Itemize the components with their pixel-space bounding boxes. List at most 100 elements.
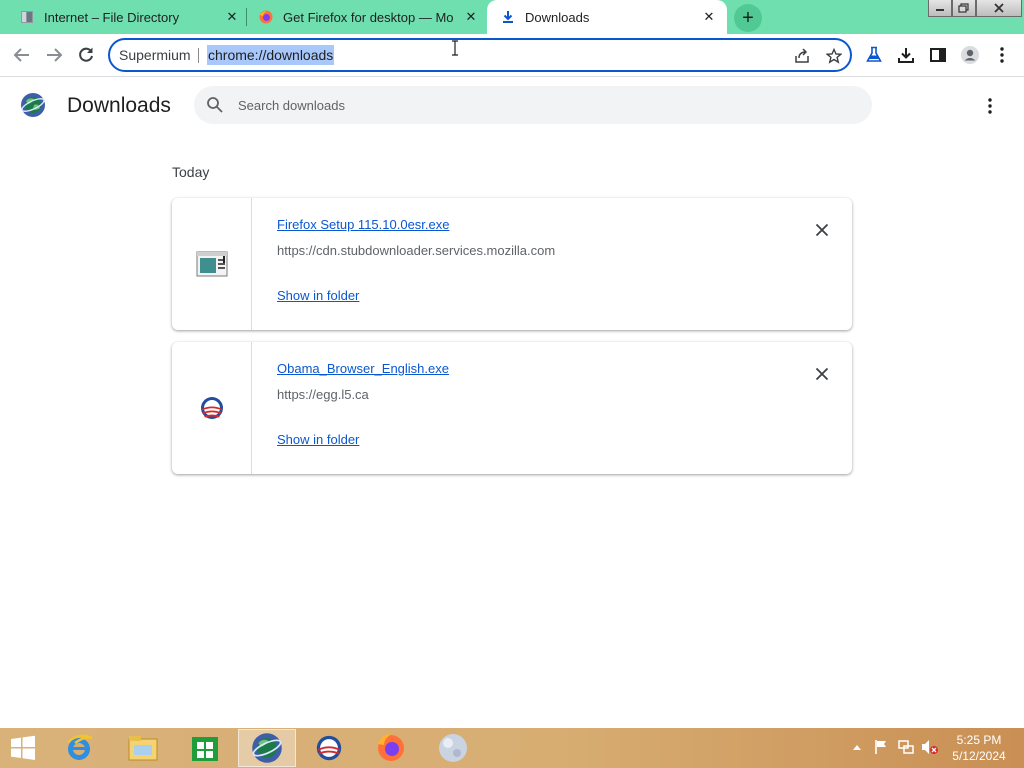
- obama-browser-icon: [316, 735, 342, 761]
- store-icon: [192, 737, 218, 761]
- file-explorer-icon: [128, 736, 158, 761]
- close-icon[interactable]: ✕: [701, 9, 717, 25]
- close-icon: [815, 223, 829, 237]
- page-menu-button[interactable]: [978, 94, 1002, 118]
- labs-button[interactable]: [862, 43, 886, 67]
- volume-button[interactable]: [921, 738, 939, 756]
- action-center-button[interactable]: [872, 738, 890, 756]
- close-icon: [815, 367, 829, 381]
- file-name-link[interactable]: Firefox Setup 115.10.0esr.exe: [277, 217, 449, 232]
- download-icon-column: [172, 198, 252, 330]
- address-bar-divider: [198, 48, 199, 63]
- download-item: Obama_Browser_English.exe https://egg.l5…: [172, 342, 852, 474]
- file-name-link[interactable]: Obama_Browser_English.exe: [277, 361, 449, 376]
- download-icon: [898, 48, 914, 63]
- text-cursor-icon: [452, 40, 458, 56]
- flask-icon: [866, 46, 882, 62]
- more-vertical-icon: [1000, 47, 1004, 63]
- close-icon[interactable]: ✕: [463, 9, 479, 25]
- obama-logo-icon: [201, 397, 223, 419]
- arrow-right-icon: [47, 48, 63, 62]
- side-panel-icon: [930, 48, 946, 62]
- taskbar-file-explorer[interactable]: [114, 729, 172, 767]
- download-arrow-icon: [503, 11, 513, 23]
- restore-button[interactable]: [952, 0, 976, 17]
- start-button[interactable]: [8, 735, 38, 761]
- share-icon: [795, 48, 809, 63]
- source-url: https://egg.l5.ca: [277, 387, 369, 402]
- date-section-label: Today: [172, 164, 210, 180]
- supermium-logo-icon: [21, 93, 45, 117]
- clock-date: 5/12/2024: [952, 749, 1006, 763]
- search-input[interactable]: [238, 95, 838, 115]
- tab-file-directory[interactable]: Internet – File Directory ✕: [0, 0, 246, 34]
- downloads-button[interactable]: [894, 43, 918, 67]
- download-item: Firefox Setup 115.10.0esr.exe https://cd…: [172, 198, 852, 330]
- browser-menu-button[interactable]: [990, 43, 1014, 67]
- profile-button[interactable]: [958, 43, 982, 67]
- show-in-folder-link[interactable]: Show in folder: [277, 288, 359, 303]
- chevron-up-icon: [853, 745, 861, 750]
- moon-globe-icon: [439, 734, 467, 762]
- arrow-left-icon: [13, 48, 29, 62]
- taskbar-obama-browser[interactable]: [300, 729, 358, 767]
- network-status-button[interactable]: [897, 738, 915, 756]
- close-window-button[interactable]: [976, 0, 1022, 17]
- downloads-header: Downloads: [0, 78, 1024, 134]
- page-title: Downloads: [67, 94, 171, 117]
- tab-title: Downloads: [525, 9, 590, 25]
- show-hidden-icons-button[interactable]: [848, 738, 866, 756]
- browser-toolbar: Supermium chrome://downloads: [0, 34, 1024, 77]
- new-tab-button[interactable]: +: [734, 4, 762, 32]
- installer-window-icon: [196, 251, 228, 277]
- avatar-icon: [961, 46, 979, 64]
- taskbar-firefox[interactable]: [362, 729, 420, 767]
- firefox-icon: [378, 734, 404, 761]
- tab-title: Internet – File Directory: [44, 9, 180, 25]
- more-vertical-icon: [988, 98, 992, 114]
- side-panel-button[interactable]: [926, 43, 950, 67]
- forward-button[interactable]: [42, 43, 66, 67]
- address-bar-url[interactable]: chrome://downloads: [207, 45, 335, 65]
- address-bar[interactable]: Supermium chrome://downloads: [108, 38, 852, 72]
- taskbar-supermium-browser[interactable]: [238, 729, 296, 767]
- supermium-browser-icon: [252, 733, 282, 763]
- volume-muted-icon: [922, 740, 938, 754]
- taskbar-moon-globe[interactable]: [424, 729, 482, 767]
- taskbar-store[interactable]: [176, 729, 234, 767]
- tab-downloads[interactable]: Downloads ✕: [487, 0, 727, 34]
- back-button[interactable]: [10, 43, 34, 67]
- download-icon-column: [172, 342, 252, 474]
- minimize-button[interactable]: [928, 0, 952, 17]
- close-icon: [994, 3, 1004, 13]
- restore-icon: [958, 3, 969, 13]
- network-icon: [898, 740, 914, 754]
- tab-get-firefox[interactable]: Get Firefox for desktop — Mozilla ✕: [247, 0, 485, 34]
- address-bar-origin: Supermium: [119, 47, 191, 63]
- taskbar: 5:25 PM 5/12/2024: [0, 728, 1024, 768]
- flag-icon: [875, 740, 886, 754]
- search-box[interactable]: [194, 86, 872, 124]
- windows-logo-icon: [11, 735, 35, 760]
- system-clock[interactable]: 5:25 PM 5/12/2024: [946, 732, 1012, 764]
- star-icon: [826, 48, 842, 64]
- remove-download-button[interactable]: [810, 218, 834, 242]
- tab-strip: Internet – File Directory ✕ Get Firefox …: [0, 0, 1024, 34]
- clock-time: 5:25 PM: [956, 733, 1002, 747]
- reload-button[interactable]: [74, 43, 98, 67]
- source-url: https://cdn.stubdownloader.services.mozi…: [277, 243, 556, 258]
- plus-icon: +: [742, 6, 754, 29]
- reload-icon: [79, 47, 93, 62]
- firefox-icon: [259, 10, 273, 24]
- show-in-folder-link[interactable]: Show in folder: [277, 432, 359, 447]
- close-icon[interactable]: ✕: [224, 9, 240, 25]
- share-button[interactable]: [792, 46, 812, 66]
- tab-title: Get Firefox for desktop — Mozilla: [283, 9, 453, 25]
- file-directory-icon: [21, 11, 33, 23]
- remove-download-button[interactable]: [810, 362, 834, 386]
- search-icon: [207, 97, 223, 113]
- internet-explorer-icon: [67, 734, 93, 760]
- bookmark-button[interactable]: [824, 46, 844, 66]
- minimize-icon: [936, 9, 944, 11]
- taskbar-internet-explorer[interactable]: [50, 729, 108, 767]
